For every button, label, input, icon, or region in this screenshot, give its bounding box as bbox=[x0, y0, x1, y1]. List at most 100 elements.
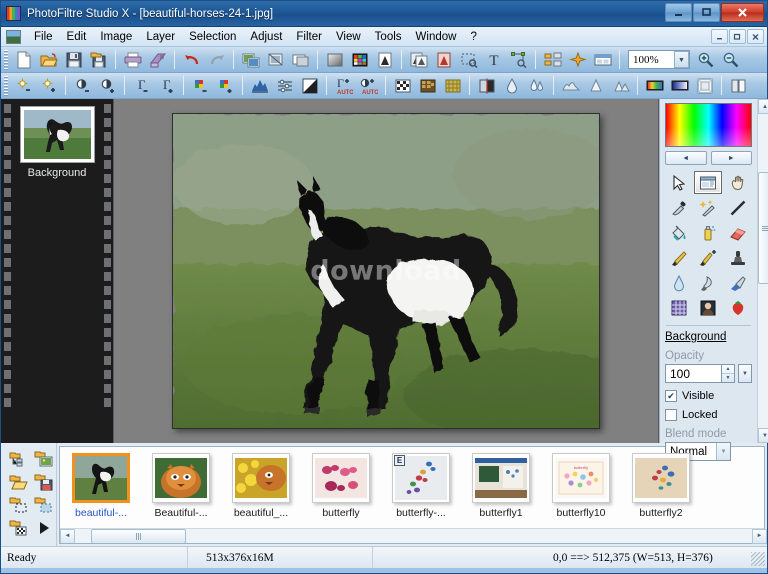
image-size-icon[interactable] bbox=[264, 49, 287, 71]
portrait-tool-icon[interactable] bbox=[694, 296, 722, 319]
color-palette-icon[interactable] bbox=[348, 49, 371, 71]
thumbnail-image[interactable] bbox=[632, 453, 690, 503]
line-tool-icon[interactable] bbox=[724, 196, 752, 219]
print-icon[interactable] bbox=[121, 49, 144, 71]
document-restore-button[interactable] bbox=[729, 29, 746, 44]
thumbnail-image[interactable]: butterfly bbox=[552, 453, 610, 503]
slideshow-play-icon[interactable] bbox=[32, 517, 55, 538]
zoom-in-icon[interactable] bbox=[694, 49, 717, 71]
half-tone-icon[interactable] bbox=[475, 75, 498, 97]
color-prev-button[interactable]: ◄ bbox=[665, 151, 707, 165]
scroll-left-button[interactable]: ◄ bbox=[60, 528, 75, 543]
right-panel-scrollbar[interactable]: ▲ ▼ bbox=[757, 99, 768, 443]
thumbnail-item[interactable]: E butterfly-... bbox=[386, 453, 456, 528]
menu-image[interactable]: Image bbox=[93, 29, 139, 45]
hand-tool-icon[interactable] bbox=[724, 171, 752, 194]
dither-icon[interactable] bbox=[391, 75, 414, 97]
close-button[interactable] bbox=[721, 3, 764, 22]
thumbnail-image[interactable] bbox=[72, 453, 130, 503]
spray-can-tool-icon[interactable] bbox=[694, 221, 722, 244]
duplicate-image-icon[interactable] bbox=[239, 49, 262, 71]
opacity-dropdown-icon[interactable]: ▼ bbox=[738, 364, 752, 383]
print-preview-icon[interactable] bbox=[146, 49, 169, 71]
visible-checkbox[interactable]: ✔ bbox=[665, 390, 677, 402]
split-tone-icon[interactable] bbox=[500, 75, 523, 97]
mosaic-icon[interactable] bbox=[416, 75, 439, 97]
scroll-right-button[interactable]: ► bbox=[752, 528, 767, 544]
thumbnail-image[interactable] bbox=[472, 453, 530, 503]
scrollbar-track[interactable] bbox=[75, 528, 764, 543]
gamma-increase-icon[interactable]: Γ bbox=[155, 75, 178, 97]
smudge-tool-icon[interactable] bbox=[694, 271, 722, 294]
toolbar-grip[interactable] bbox=[4, 75, 8, 96]
color-next-button[interactable]: ► bbox=[710, 151, 752, 165]
mask-icon[interactable] bbox=[407, 49, 430, 71]
soften-icon[interactable] bbox=[584, 75, 607, 97]
new-file-icon[interactable] bbox=[12, 49, 35, 71]
toolbar-grip[interactable] bbox=[4, 49, 8, 70]
menu-layer[interactable]: Layer bbox=[139, 29, 182, 45]
eraser-tool-icon[interactable] bbox=[724, 221, 752, 244]
folder-save-icon[interactable] bbox=[32, 471, 55, 492]
scrollbar-track[interactable] bbox=[757, 114, 768, 428]
opacity-increase-icon[interactable]: ▲ bbox=[722, 365, 734, 374]
opacity-input[interactable]: 100 bbox=[665, 364, 721, 383]
scroll-up-button[interactable]: ▲ bbox=[757, 99, 768, 114]
auto-gamma-icon[interactable]: Γ AUTO bbox=[332, 75, 355, 97]
noise-icon[interactable] bbox=[609, 75, 632, 97]
brightness-decrease-icon[interactable] bbox=[12, 75, 35, 97]
paintbrush-tool-icon[interactable] bbox=[665, 246, 693, 269]
stamp-tool-icon[interactable] bbox=[724, 246, 752, 269]
folder-refresh-icon[interactable] bbox=[32, 494, 55, 515]
contrast-increase-icon[interactable] bbox=[96, 75, 119, 97]
advanced-brush-tool-icon[interactable] bbox=[694, 246, 722, 269]
layer-thumbnail-background[interactable] bbox=[19, 106, 95, 163]
thumbnail-item[interactable]: beautiful-... bbox=[66, 453, 136, 528]
scroll-down-button[interactable]: ▼ bbox=[757, 428, 768, 443]
auto-contrast-icon[interactable] bbox=[298, 75, 321, 97]
folder-open-icon[interactable] bbox=[7, 471, 30, 492]
selection-icon[interactable] bbox=[457, 49, 480, 71]
histogram-icon[interactable] bbox=[248, 75, 271, 97]
visible-checkbox-row[interactable]: ✔ Visible bbox=[665, 390, 752, 402]
browser-horizontal-scrollbar[interactable]: ◄ ► bbox=[60, 528, 767, 544]
thumbnail-image[interactable] bbox=[152, 453, 210, 503]
paint-bucket-tool-icon[interactable] bbox=[665, 221, 693, 244]
brightness-increase-icon[interactable] bbox=[37, 75, 60, 97]
folder-image-icon[interactable] bbox=[32, 448, 55, 469]
blur-icon[interactable] bbox=[525, 75, 548, 97]
frame-icon[interactable] bbox=[693, 75, 716, 97]
save-icon[interactable] bbox=[62, 49, 85, 71]
gradient-color-icon[interactable] bbox=[643, 75, 666, 97]
eyedropper-tool-icon[interactable] bbox=[665, 196, 693, 219]
menu-view[interactable]: View bbox=[329, 29, 368, 45]
opacity-stepper[interactable]: ▲ ▼ bbox=[721, 364, 735, 383]
active-layer-title[interactable]: Background bbox=[665, 331, 752, 343]
locked-checkbox[interactable] bbox=[665, 409, 677, 421]
effects-icon[interactable] bbox=[566, 49, 589, 71]
folder-select-icon[interactable] bbox=[7, 494, 30, 515]
image-canvas[interactable]: download bbox=[172, 113, 600, 429]
thumbnail-item[interactable]: butterfly1 bbox=[466, 453, 536, 528]
undo-icon[interactable] bbox=[180, 49, 203, 71]
thumbnail-item[interactable]: butterfly2 bbox=[626, 453, 696, 528]
book-icon[interactable] bbox=[727, 75, 750, 97]
saturation-decrease-icon[interactable] bbox=[189, 75, 212, 97]
thumbnail-item[interactable]: butterfly butterfly10 bbox=[546, 453, 616, 528]
scrollbar-thumb[interactable] bbox=[91, 528, 186, 543]
menu-file[interactable]: File bbox=[27, 29, 60, 45]
rectangle-select-tool-icon[interactable] bbox=[694, 171, 723, 194]
menu-filter[interactable]: Filter bbox=[289, 29, 329, 45]
chevron-down-icon[interactable]: ▼ bbox=[716, 443, 730, 460]
locked-checkbox-row[interactable]: Locked bbox=[665, 409, 752, 421]
menu-edit[interactable]: Edit bbox=[60, 29, 94, 45]
transform-icon[interactable] bbox=[507, 49, 530, 71]
browser-icon[interactable] bbox=[591, 49, 614, 71]
strawberry-stamp-tool-icon[interactable] bbox=[724, 296, 752, 319]
zoom-level-combobox[interactable]: 100% ▼ bbox=[628, 50, 690, 69]
pointer-tool-icon[interactable] bbox=[665, 171, 693, 194]
thumbnail-item[interactable]: beautiful_... bbox=[226, 453, 296, 528]
chevron-down-icon[interactable]: ▼ bbox=[674, 51, 689, 68]
grid-pattern-tool-icon[interactable] bbox=[665, 296, 693, 319]
zoom-out-icon[interactable] bbox=[719, 49, 742, 71]
